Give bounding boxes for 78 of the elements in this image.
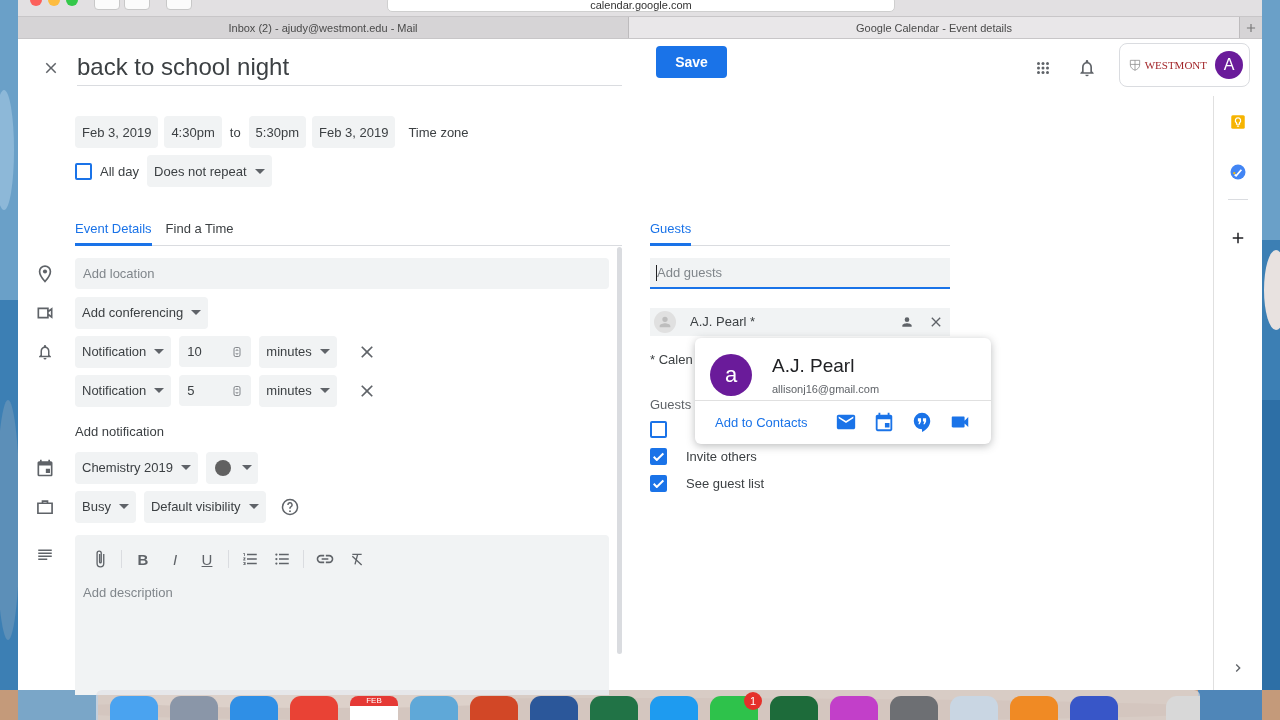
- notification-type-dropdown[interactable]: Notification: [75, 335, 172, 368]
- notification-type-dropdown[interactable]: Notification: [75, 374, 172, 407]
- person-icon[interactable]: [900, 315, 914, 329]
- notification-badge: 1: [744, 692, 762, 710]
- caret-icon: [181, 465, 192, 470]
- address-bar[interactable]: calendar.google.com: [387, 0, 895, 12]
- time-zone-link[interactable]: Time zone: [401, 116, 476, 148]
- numbered-list-icon[interactable]: [241, 550, 259, 568]
- caret-icon: [191, 310, 202, 315]
- description-field[interactable]: B I U Add description: [75, 535, 610, 695]
- repeat-dropdown[interactable]: Does not repeat: [147, 155, 272, 187]
- unit-dropdown[interactable]: minutes: [259, 374, 337, 407]
- avatar[interactable]: A: [1215, 50, 1243, 79]
- caret-icon: [118, 504, 129, 509]
- checkbox[interactable]: [650, 448, 667, 465]
- permission-label: See guest list: [686, 476, 765, 491]
- help-icon[interactable]: [279, 496, 300, 517]
- conferencing-dropdown[interactable]: Add conferencing: [75, 296, 209, 329]
- number-field[interactable]: 5: [179, 375, 252, 406]
- format-button[interactable]: I: [164, 548, 186, 570]
- bulleted-list-icon[interactable]: [273, 550, 291, 568]
- guest-name: A.J. Pearl *: [690, 313, 757, 324]
- guest-row[interactable]: A.J. Pearl *: [650, 308, 950, 336]
- spinner-icon: [231, 344, 244, 359]
- calendar-icon[interactable]: [873, 411, 895, 433]
- start-time-field[interactable]: 4:30pm: [164, 116, 222, 148]
- format-button[interactable]: B: [132, 548, 154, 570]
- calendar-dropdown[interactable]: Chemistry 2019: [75, 451, 199, 484]
- description-placeholder: Add description: [83, 585, 174, 600]
- checkmark-icon: [653, 452, 664, 461]
- all-day-label: All day: [100, 163, 140, 179]
- crest-icon: [1127, 57, 1142, 72]
- to-label: to: [228, 124, 242, 140]
- contact-name: A.J. Pearl: [772, 355, 856, 377]
- add-to-contacts-link[interactable]: Add to Contacts: [709, 408, 814, 436]
- caret-icon: [154, 388, 165, 393]
- start-date-field[interactable]: Feb 3, 2019: [75, 116, 159, 148]
- number-field[interactable]: 10: [179, 336, 252, 367]
- app-icon[interactable]: FEB: [350, 696, 398, 720]
- account-chip[interactable]: WESTMONT A: [1118, 42, 1250, 87]
- permissions-heading: Guests: [650, 397, 692, 412]
- caret-icon: [254, 168, 265, 174]
- chat-icon[interactable]: [911, 411, 933, 433]
- add-notification-link[interactable]: Add notification: [75, 424, 164, 439]
- caret-icon: [242, 465, 253, 470]
- unit-dropdown[interactable]: minutes: [259, 335, 337, 368]
- checkbox[interactable]: [650, 475, 667, 492]
- calendar-month-label: FEB: [350, 696, 398, 706]
- title-field[interactable]: back to school night: [77, 49, 622, 86]
- spinner-icon: [231, 383, 244, 398]
- clear-formatting-icon[interactable]: [349, 551, 365, 567]
- caret-icon: [319, 388, 330, 393]
- caret-icon: [154, 349, 165, 354]
- required-note: * Calen: [650, 352, 693, 367]
- format-button[interactable]: U: [196, 548, 218, 570]
- availability-dropdown[interactable]: Busy: [75, 490, 136, 523]
- person-icon: [657, 314, 673, 330]
- checkbox[interactable]: [650, 421, 667, 438]
- checkbox[interactable]: [75, 162, 92, 180]
- color-dropdown[interactable]: [206, 451, 259, 484]
- permission-label: Invite others: [686, 449, 757, 464]
- color-dot: [215, 459, 232, 476]
- tab[interactable]: Guests: [650, 214, 692, 246]
- browser-tab[interactable]: Google Calendar - Event details: [629, 17, 1240, 38]
- caret-icon: [248, 504, 259, 509]
- end-date-field[interactable]: Feb 3, 2019: [312, 116, 396, 148]
- avatar: a: [710, 354, 752, 396]
- checkmark-icon: [653, 479, 664, 488]
- tab[interactable]: Event Details: [75, 214, 152, 246]
- contact-email: allisonj16@gmail.com: [772, 383, 880, 395]
- save-button[interactable]: Save: [656, 45, 727, 78]
- caret-icon: [319, 349, 330, 354]
- tab[interactable]: Find a Time: [165, 214, 234, 246]
- scrollbar[interactable]: [617, 247, 622, 654]
- end-time-field[interactable]: 5:30pm: [248, 116, 306, 148]
- org-logo-text: WESTMONT: [1144, 58, 1207, 71]
- check-circle-icon[interactable]: [1229, 163, 1247, 181]
- visibility-dropdown[interactable]: Default visibility: [143, 490, 266, 523]
